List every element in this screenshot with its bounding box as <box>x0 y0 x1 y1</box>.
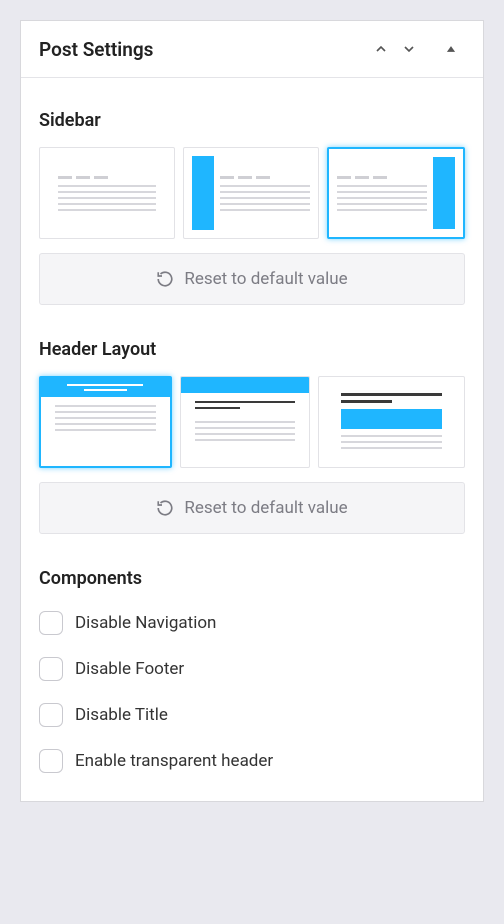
chevron-up-icon <box>373 41 389 57</box>
header-layout-option-3[interactable] <box>318 376 465 468</box>
header-layout-option-1[interactable] <box>39 376 172 468</box>
checkbox-disable-footer[interactable]: Disable Footer <box>39 657 465 681</box>
panel-body: Sidebar <box>21 78 483 801</box>
move-up-button[interactable] <box>367 35 395 63</box>
chevron-down-icon <box>401 41 417 57</box>
header-layout-option-2[interactable] <box>180 376 311 468</box>
checkbox-icon <box>39 657 63 681</box>
reset-sidebar-label: Reset to default value <box>184 269 347 289</box>
sidebar-option-left[interactable] <box>183 147 319 239</box>
checkbox-icon <box>39 703 63 727</box>
sidebar-option-right[interactable] <box>327 147 465 239</box>
triangle-up-icon <box>444 42 458 56</box>
reset-header-layout-button[interactable]: Reset to default value <box>39 482 465 534</box>
checkbox-icon <box>39 749 63 773</box>
checkbox-icon <box>39 611 63 635</box>
section-label-components: Components <box>39 568 465 589</box>
panel-title: Post Settings <box>39 38 367 61</box>
checkbox-disable-title[interactable]: Disable Title <box>39 703 465 727</box>
sidebar-option-none[interactable] <box>39 147 175 239</box>
reset-icon <box>156 499 174 517</box>
collapse-toggle[interactable] <box>437 35 465 63</box>
checkbox-disable-navigation[interactable]: Disable Navigation <box>39 611 465 635</box>
sidebar-options <box>39 147 465 239</box>
reset-header-layout-label: Reset to default value <box>184 498 347 518</box>
checkbox-enable-transparent-header[interactable]: Enable transparent header <box>39 749 465 773</box>
reset-icon <box>156 270 174 288</box>
move-down-button[interactable] <box>395 35 423 63</box>
checkbox-label: Disable Title <box>75 705 168 725</box>
checkbox-label: Disable Footer <box>75 659 184 679</box>
checkbox-label: Disable Navigation <box>75 613 216 633</box>
reset-sidebar-button[interactable]: Reset to default value <box>39 253 465 305</box>
post-settings-panel: Post Settings Sidebar <box>20 20 484 802</box>
header-layout-options <box>39 376 465 468</box>
checkbox-label: Enable transparent header <box>75 751 273 771</box>
panel-header: Post Settings <box>21 21 483 78</box>
section-label-header-layout: Header Layout <box>39 339 465 360</box>
section-label-sidebar: Sidebar <box>39 110 465 131</box>
